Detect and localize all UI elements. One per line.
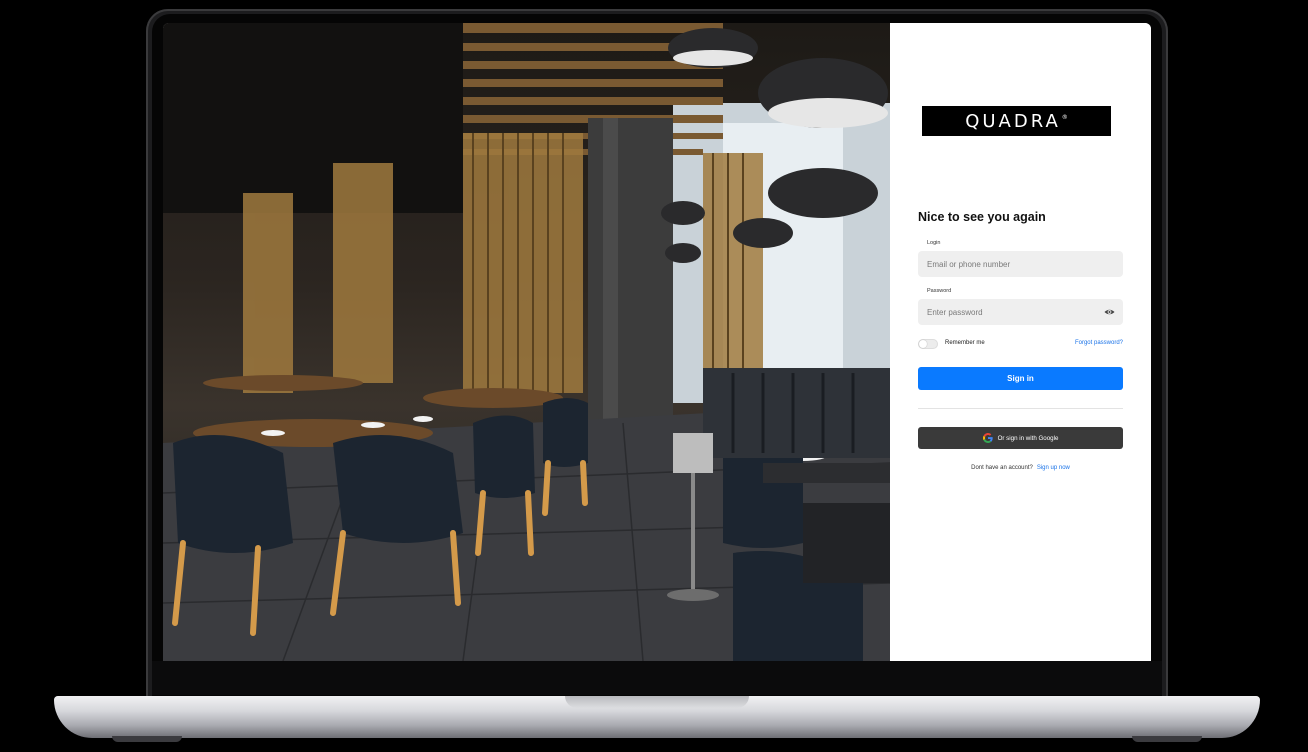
eye-icon[interactable] xyxy=(1104,307,1115,317)
remember-row: Remember me Forgot password? xyxy=(918,338,1123,350)
login-label: Login xyxy=(927,240,941,246)
sign-in-button[interactable]: Sign in xyxy=(918,367,1123,390)
laptop-foot-right xyxy=(1132,736,1202,742)
sign-up-link[interactable]: Sign up now xyxy=(1037,465,1070,471)
divider xyxy=(918,408,1123,409)
google-g-icon xyxy=(982,433,993,443)
remember-toggle[interactable] xyxy=(918,339,938,349)
laptop-chin xyxy=(152,661,1162,695)
brand-name: QUADRA xyxy=(965,110,1061,132)
signup-row: Dont have an account? Sign up now xyxy=(918,465,1123,471)
password-placeholder: Enter password xyxy=(927,307,983,317)
registered-mark: ® xyxy=(1061,113,1068,121)
laptop-notch xyxy=(565,696,749,708)
signup-prompt: Dont have an account? xyxy=(971,465,1033,471)
login-panel: QUADRA ® Nice to see you again Login Emai… xyxy=(890,23,1151,661)
login-field[interactable]: Email or phone number xyxy=(918,251,1123,277)
google-sign-in-button[interactable]: Or sign in with Google xyxy=(918,427,1123,449)
restaurant-photo xyxy=(163,23,890,661)
laptop-screen: QUADRA ® Nice to see you again Login Emai… xyxy=(163,23,1151,661)
google-button-label: Or sign in with Google xyxy=(997,434,1059,442)
restaurant-illustration xyxy=(163,23,890,661)
password-label: Password xyxy=(927,288,952,294)
login-placeholder: Email or phone number xyxy=(927,259,1011,269)
quadra-logo: QUADRA ® xyxy=(922,106,1111,136)
password-field[interactable]: Enter password xyxy=(918,299,1123,325)
laptop-foot-left xyxy=(112,736,182,742)
forgot-password-link[interactable]: Forgot password? xyxy=(1075,340,1123,346)
page-title: Nice to see you again xyxy=(918,210,1046,224)
remember-label: Remember me xyxy=(945,340,985,346)
